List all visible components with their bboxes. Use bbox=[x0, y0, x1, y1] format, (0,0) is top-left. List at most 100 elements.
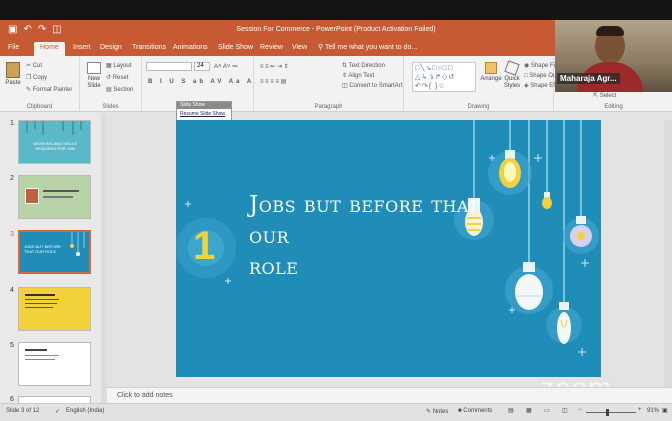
tab-insert[interactable]: Insert bbox=[73, 43, 91, 53]
thumb-number: 3 bbox=[10, 231, 14, 238]
paste-button[interactable]: Paste bbox=[4, 62, 22, 87]
editor-scrollbar[interactable] bbox=[664, 120, 672, 390]
align-buttons[interactable]: ≡ ≡ ≡ ≡ ▤ bbox=[260, 78, 286, 86]
thumb-line bbox=[25, 359, 55, 360]
editing-group-label: Editing bbox=[604, 104, 623, 110]
paragraph-group-label: Paragraph bbox=[314, 104, 343, 110]
comments-button[interactable]: ■ Comments bbox=[458, 408, 492, 414]
app-window: { "window": {"title": "Session For Comme… bbox=[0, 0, 672, 421]
slides-group-label: Slides bbox=[102, 104, 119, 110]
shape-fill-button[interactable]: ◉ Shape Fill bbox=[524, 62, 558, 70]
ribbon: Paste ✂ Cut ❐ Copy ✎ Format Painter Clip… bbox=[0, 56, 568, 112]
copy-label: Copy bbox=[33, 75, 48, 81]
list-buttons[interactable]: ≡ ≡ ⇤ ⇥ ⇕ bbox=[260, 63, 289, 71]
text-direction-button[interactable]: ⇅ Text Direction bbox=[342, 62, 385, 70]
zoom-slider-thumb[interactable] bbox=[606, 409, 609, 416]
font-size-select[interactable]: 24 bbox=[194, 62, 210, 71]
arrange-button[interactable]: Arrange bbox=[480, 62, 502, 83]
fit-slide-icon[interactable]: ▣ bbox=[662, 407, 668, 414]
tab-review[interactable]: Review bbox=[260, 43, 283, 53]
thumb-number: 2 bbox=[10, 175, 14, 182]
convert-smartart-label: Convert to SmartArt bbox=[349, 83, 403, 89]
comments-button-label: Comments bbox=[463, 408, 493, 414]
thumb-line bbox=[25, 294, 55, 296]
slide-sorter-icon[interactable]: ▦ bbox=[526, 407, 532, 414]
format-painter-label: Format Painter bbox=[32, 87, 73, 93]
shape-fill-label: Shape Fill bbox=[530, 63, 558, 69]
slide-heading: Jobs but before that our role bbox=[249, 190, 489, 283]
popup-title: Slide Show bbox=[177, 102, 231, 109]
shapes-gallery[interactable]: □╲↘□○□□ △↳↴↱◇↺ ↶↷{ }☆ bbox=[412, 62, 476, 92]
new-slide-icon bbox=[87, 62, 101, 74]
thumb-title: Working and skills required for job bbox=[33, 141, 77, 151]
slide-thumbnail-pane: 1 Working and skills required for job 2 … bbox=[0, 113, 103, 404]
slide-show-popup: Slide Show Resume Slide Show bbox=[176, 101, 232, 121]
notes-placeholder: Click to add notes bbox=[117, 392, 173, 399]
top-black-band bbox=[0, 0, 672, 20]
slide-thumbnail-3-selected[interactable]: Jobs but before that our role bbox=[18, 230, 91, 274]
cut-button[interactable]: ✂ Cut bbox=[26, 62, 42, 70]
spellcheck-icon[interactable]: ✓ bbox=[55, 408, 60, 415]
quick-styles-label: Quick Styles bbox=[503, 76, 521, 89]
quick-styles-button[interactable]: Quick Styles bbox=[502, 60, 522, 90]
thumb-title: Jobs but before that our role bbox=[24, 244, 62, 254]
participant-name: Maharaja Agr... bbox=[557, 73, 620, 84]
normal-view-icon[interactable]: ▤ bbox=[508, 407, 514, 414]
notes-button-label: Notes bbox=[432, 409, 449, 415]
resume-slide-show-button[interactable]: Resume Slide Show bbox=[177, 109, 231, 119]
font-grow-shrink[interactable]: A˄ A˅ ≔ bbox=[214, 63, 238, 71]
slide-number-badge: 1 bbox=[193, 224, 216, 268]
drawing-group-label: Drawing bbox=[467, 104, 490, 110]
zoom-level[interactable]: 91% bbox=[647, 408, 659, 414]
zoom-out-icon[interactable]: − bbox=[578, 407, 582, 413]
editing-group: ⇱ Select Editing bbox=[555, 92, 672, 112]
format-painter-button[interactable]: ✎ Format Painter bbox=[26, 86, 72, 94]
tab-file[interactable]: File bbox=[8, 43, 19, 53]
section-button[interactable]: ▤ Section bbox=[106, 86, 133, 94]
copy-button[interactable]: ❐ Copy bbox=[26, 74, 47, 82]
align-text-button[interactable]: ⇕ Align Text bbox=[342, 72, 374, 80]
thumb-line bbox=[25, 307, 53, 308]
slide-thumbnail-1[interactable]: Working and skills required for job bbox=[18, 120, 91, 164]
arrange-icon bbox=[485, 62, 497, 74]
notes-button[interactable]: ✎ Notes bbox=[426, 408, 448, 415]
font-format-buttons[interactable]: B I U S ab AV Aa A bbox=[148, 78, 254, 86]
zoom-slider-track[interactable] bbox=[586, 412, 636, 413]
reading-view-icon[interactable]: ▭ bbox=[544, 407, 550, 414]
zoom-in-icon[interactable]: + bbox=[638, 407, 642, 413]
tab-slide-show[interactable]: Slide Show bbox=[218, 43, 253, 53]
slide-thumbnail-4[interactable] bbox=[18, 287, 91, 331]
webcam-hair bbox=[596, 26, 624, 36]
new-slide-button[interactable]: New Slide bbox=[84, 62, 104, 90]
slide-thumbnail-2[interactable] bbox=[18, 175, 91, 219]
align-text-label: Align Text bbox=[348, 73, 375, 79]
select-label: Select bbox=[599, 93, 617, 99]
notes-pane[interactable]: Click to add notes bbox=[107, 387, 672, 403]
tab-design[interactable]: Design bbox=[100, 43, 122, 53]
tab-view[interactable]: View bbox=[292, 43, 307, 53]
layout-button[interactable]: ▦ Layout bbox=[106, 62, 131, 70]
thumb-line bbox=[43, 190, 79, 192]
group-slides: New Slide ▦ Layout ↺ Reset ▤ Section Sli… bbox=[80, 56, 142, 112]
convert-smartart-button[interactable]: ◫ Convert to SmartArt bbox=[342, 82, 402, 90]
cut-label: Cut bbox=[32, 63, 43, 69]
clipboard-group-label: Clipboard bbox=[26, 104, 53, 110]
tab-animations[interactable]: Animations bbox=[173, 43, 208, 53]
group-clipboard: Paste ✂ Cut ❐ Copy ✎ Format Painter Clip… bbox=[0, 56, 80, 112]
slide-thumbnail-5[interactable] bbox=[18, 342, 91, 386]
reset-button[interactable]: ↺ Reset bbox=[106, 74, 128, 82]
thumb-photo bbox=[25, 188, 39, 204]
tab-home[interactable]: Home bbox=[34, 42, 65, 56]
thumb-number: 6 bbox=[10, 396, 14, 403]
select-button[interactable]: ⇱ Select bbox=[593, 92, 616, 100]
tell-me-label: Tell me what you want to do... bbox=[324, 44, 418, 51]
thumb-number: 1 bbox=[10, 120, 14, 127]
current-slide[interactable]: 1 Jobs but before that our role bbox=[176, 120, 601, 377]
language-indicator[interactable]: English (India) bbox=[66, 408, 104, 414]
font-name-select[interactable] bbox=[146, 62, 192, 71]
thumb-number: 5 bbox=[10, 342, 14, 349]
section-label: Section bbox=[113, 87, 134, 93]
tab-transitions[interactable]: Transitions bbox=[132, 43, 166, 53]
slideshow-view-icon[interactable]: ◫ bbox=[562, 407, 568, 414]
tell-me-search[interactable]: ⚲ Tell me what you want to do... bbox=[318, 43, 417, 53]
